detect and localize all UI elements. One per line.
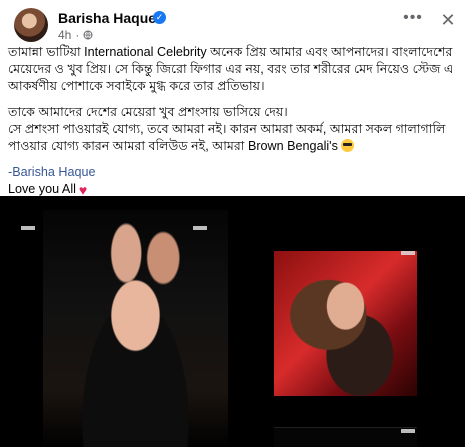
main-photo[interactable] <box>21 210 228 447</box>
watermark-mark <box>21 226 35 230</box>
dot-separator: · <box>75 28 80 42</box>
watermark-mark <box>401 429 415 433</box>
facebook-post: Barisha Haque ✓ 4h · ••• ✕ তামান্না ভাটি… <box>0 0 465 447</box>
post-time[interactable]: 4h <box>58 28 71 42</box>
sunglasses-emoji-icon <box>340 139 354 152</box>
author-avatar[interactable] <box>14 8 48 42</box>
watermark-mark <box>401 251 415 255</box>
globe-icon <box>83 30 93 40</box>
watermark-mark <box>193 226 207 230</box>
post-header: Barisha Haque ✓ 4h · ••• ✕ <box>0 0 465 46</box>
post-paragraph-1: তামান্না ভাটিয়া International Celebrity… <box>8 45 454 93</box>
post-text: তামান্না ভাটিয়া International Celebrity… <box>8 44 460 198</box>
post-paragraph-3-text: সে প্রশংসা পাওয়ারই যোগ্য, তবে আমরা নই। … <box>8 122 446 153</box>
post-meta: 4h · <box>58 28 93 42</box>
author-name[interactable]: Barisha Haque <box>58 10 156 26</box>
post-photos[interactable] <box>0 196 465 447</box>
close-button[interactable]: ✕ <box>437 9 459 31</box>
secondary-photo[interactable] <box>274 251 417 396</box>
signature-link[interactable]: -Barisha Haque <box>8 164 460 181</box>
verified-badge-icon: ✓ <box>153 11 166 24</box>
post-paragraph-3: সে প্রশংসা পাওয়ারই যোগ্য, তবে আমরা নই। … <box>8 121 460 155</box>
more-options-button[interactable]: ••• <box>402 10 424 32</box>
post-paragraph-2: তাকে আমাদের দেশের মেয়েরা খুব প্রশংসায় … <box>8 105 288 119</box>
heart-icon: ♥ <box>78 181 88 198</box>
third-photo-strip[interactable] <box>274 427 417 447</box>
